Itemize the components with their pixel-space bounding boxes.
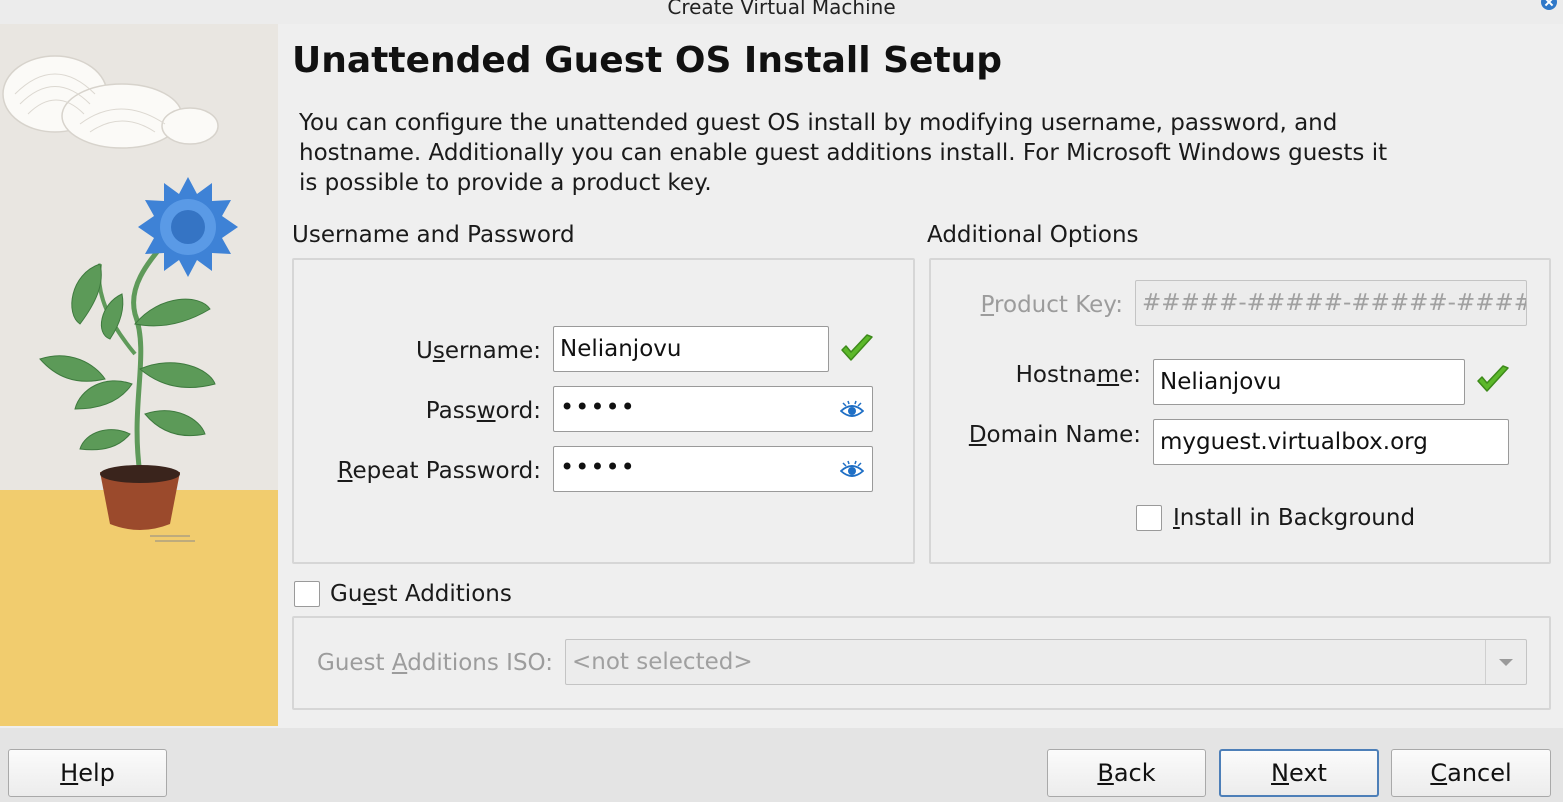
guest-additions-iso-combo[interactable]: <not selected> — [565, 639, 1527, 685]
options-group-title: Additional Options — [927, 222, 1139, 248]
password-field[interactable]: ••••• — [553, 386, 873, 432]
hostname-label: Hostname: — [1015, 362, 1141, 388]
credentials-group-title: Username and Password — [292, 222, 575, 248]
title-bar: Create Virtual Machine — [0, 0, 1563, 24]
domain-name-label: Domain Name: — [968, 422, 1141, 448]
window-title: Create Virtual Machine — [667, 0, 896, 19]
repeat-password-label: Repeat Password: — [337, 458, 541, 484]
product-key-label: Product Key: — [980, 292, 1123, 318]
show-repeat-password-eye-icon[interactable] — [840, 458, 864, 480]
guest-additions-checkbox[interactable] — [294, 581, 320, 607]
cancel-button[interactable]: Cancel — [1391, 749, 1551, 797]
hostname-valid-check-icon — [1477, 365, 1509, 392]
next-button[interactable]: Next — [1219, 749, 1379, 797]
help-button[interactable]: Help — [8, 749, 167, 797]
install-in-background-label[interactable]: Install in Background — [1173, 503, 1415, 533]
chevron-down-icon[interactable] — [1485, 640, 1526, 684]
domain-name-field[interactable]: myguest.virtualbox.org — [1153, 419, 1509, 465]
username-label: Username: — [415, 338, 541, 364]
product-key-field[interactable]: #####-#####-#####-#####-##### — [1135, 280, 1527, 326]
username-valid-check-icon — [841, 334, 873, 361]
page-title: Unattended Guest OS Install Setup — [292, 40, 1003, 81]
guest-additions-iso-label: Guest Additions ISO: — [317, 650, 553, 676]
hostname-field[interactable]: Nelianjovu — [1153, 359, 1465, 405]
wizard-illustration — [0, 24, 278, 726]
page-description: You can configure the unattended guest O… — [299, 110, 1388, 196]
repeat-password-field[interactable]: ••••• — [553, 446, 873, 492]
password-label: Password: — [425, 398, 541, 424]
show-password-eye-icon[interactable] — [840, 398, 864, 420]
username-field[interactable]: Nelianjovu — [553, 326, 829, 372]
guest-additions-label[interactable]: Guest Additions — [330, 579, 512, 609]
install-in-background-checkbox[interactable] — [1136, 505, 1162, 531]
back-button[interactable]: Back — [1047, 749, 1206, 797]
